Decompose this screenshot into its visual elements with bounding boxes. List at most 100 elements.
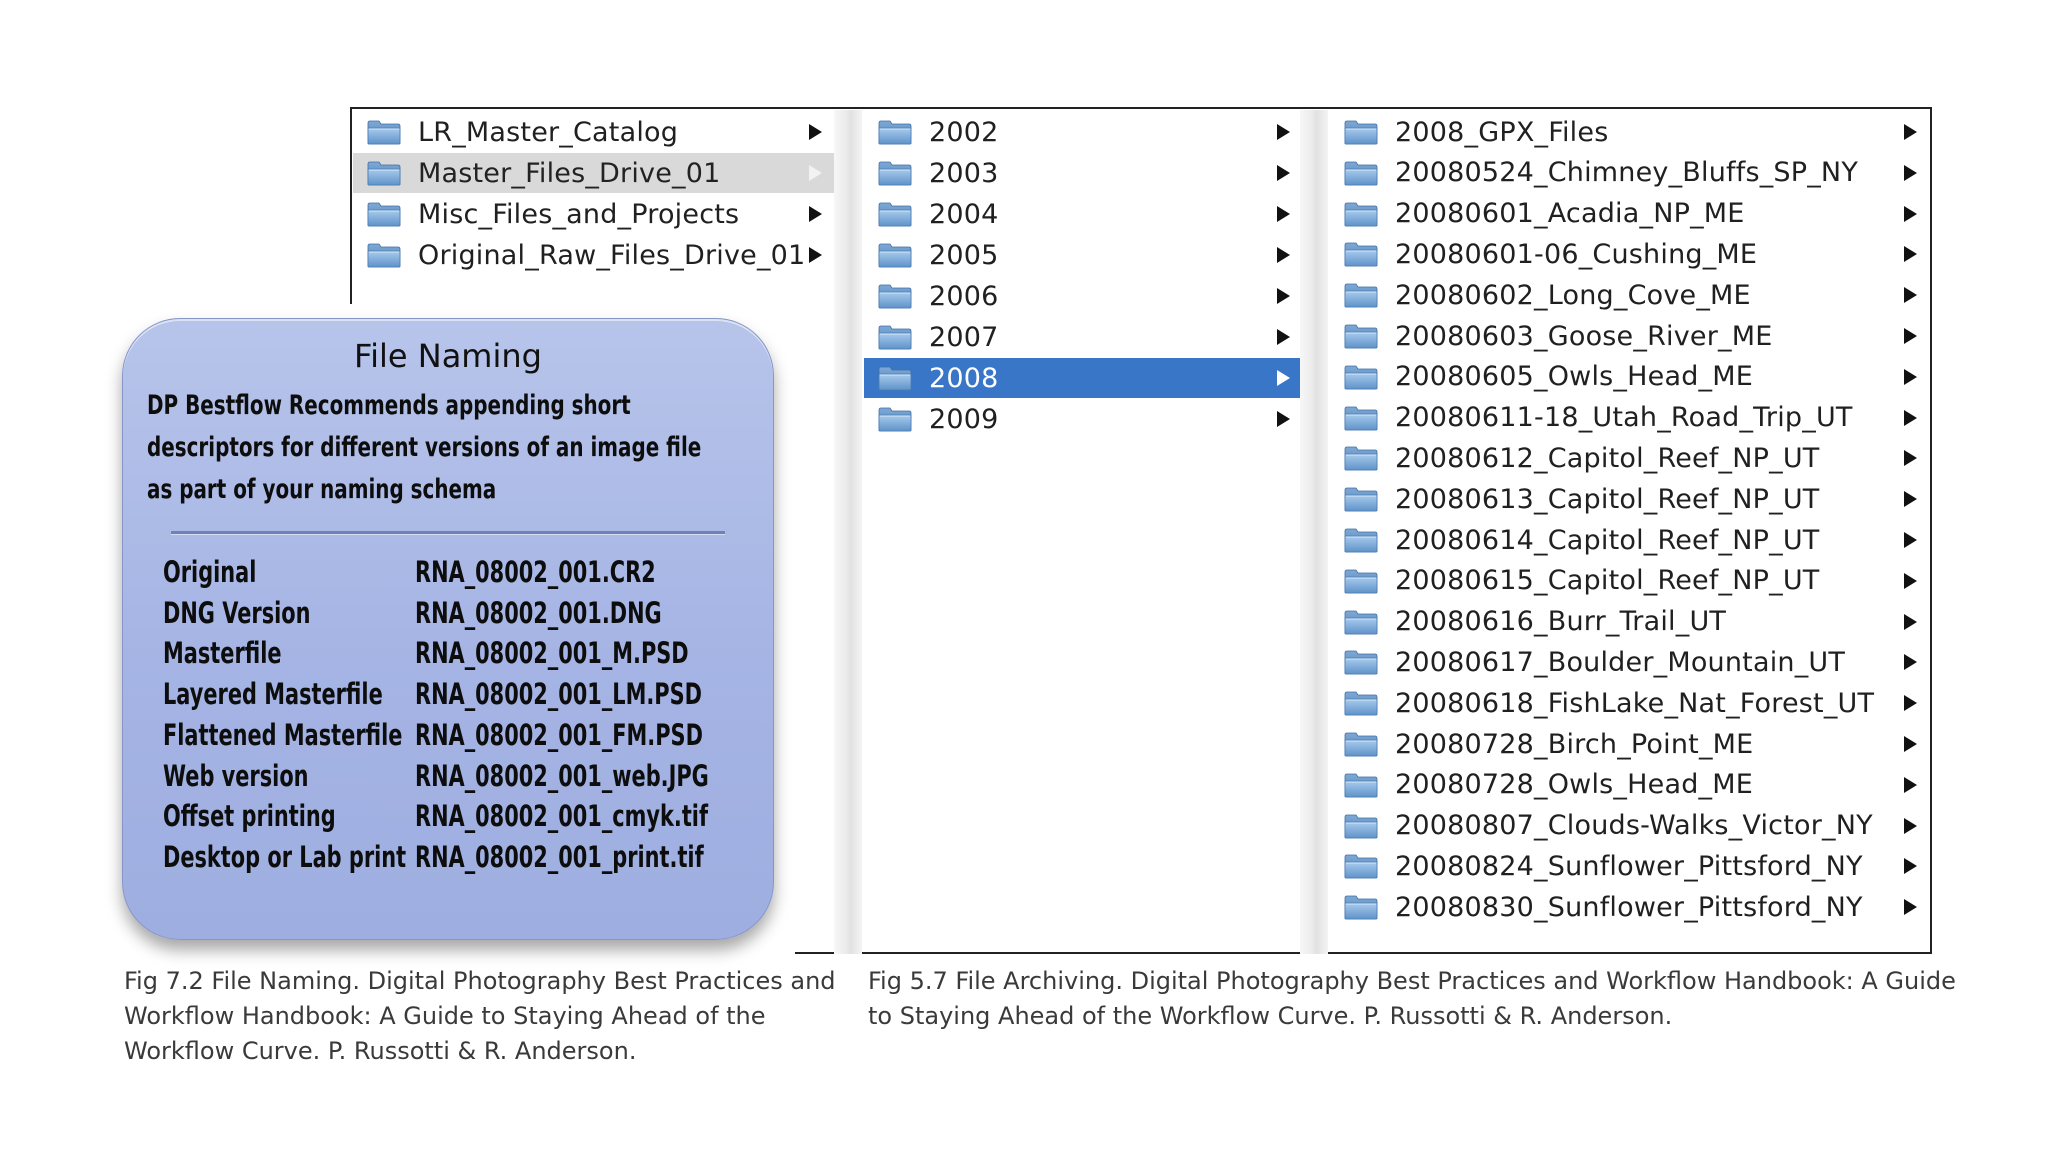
disclosure-arrow-icon xyxy=(1904,532,1917,548)
card-title: File Naming xyxy=(354,337,542,375)
folder-name: 2006 xyxy=(929,280,999,312)
folder-name: 20080602_Long_Cove_ME xyxy=(1395,279,1751,311)
naming-row-label: Web version xyxy=(163,758,309,793)
folder-name: 20080807_Clouds-Walks_Victor_NY xyxy=(1395,810,1873,842)
folder-icon xyxy=(878,242,912,268)
folder-icon xyxy=(1344,813,1378,839)
folder-row[interactable]: 20080728_Birch_Point_ME xyxy=(1330,724,1929,764)
folder-row[interactable]: 20080616_Burr_Trail_UT xyxy=(1330,602,1929,642)
folder-name: 2009 xyxy=(929,403,999,435)
figure-caption-file-naming: Fig 7.2 File Naming. Digital Photography… xyxy=(124,967,836,1065)
disclosure-arrow-icon xyxy=(1904,613,1917,630)
folder-icon xyxy=(878,283,912,309)
disclosure-arrow-icon xyxy=(1277,247,1290,263)
folder-row[interactable]: 2005 xyxy=(864,235,1302,275)
folder-name: Misc_Files_and_Projects xyxy=(418,198,740,230)
folder-name: 2003 xyxy=(929,157,999,189)
disclosure-arrow-icon xyxy=(1904,450,1917,467)
folder-name: Master_Files_Drive_01 xyxy=(418,157,721,189)
folder-row[interactable]: 20080601_Acadia_NP_ME xyxy=(1330,194,1929,234)
folder-row[interactable]: 20080807_Clouds-Walks_Victor_NY xyxy=(1330,806,1929,846)
folder-row[interactable]: Original_Raw_Files_Drive_01 xyxy=(353,235,834,275)
folder-icon xyxy=(1344,282,1378,308)
disclosure-arrow-icon xyxy=(1904,695,1917,712)
disclosure-arrow-icon xyxy=(1904,164,1917,181)
folder-row[interactable]: 20080601-06_Cushing_ME xyxy=(1330,234,1929,274)
folder-row[interactable]: Master_Files_Drive_01 xyxy=(353,153,834,193)
folder-row[interactable]: 20080617_Boulder_Mountain_UT xyxy=(1330,642,1929,682)
folder-row[interactable]: 20080615_Capitol_Reef_NP_UT xyxy=(1330,561,1929,601)
naming-row: Web version RNA_08002_001_web.JPG xyxy=(163,759,783,799)
folder-icon xyxy=(1344,649,1378,675)
folder-row[interactable]: 20080605_Owls_Head_ME xyxy=(1330,357,1929,397)
naming-row: Offset printing RNA_08002_001_cmyk.tif xyxy=(163,799,783,839)
browser-top-border xyxy=(350,107,1932,109)
folder-name: 2007 xyxy=(929,321,999,353)
disclosure-arrow-icon xyxy=(1904,287,1917,304)
disclosure-arrow-icon xyxy=(1277,288,1290,304)
card-divider xyxy=(171,531,725,534)
folder-icon xyxy=(878,406,912,432)
naming-row-label: Masterfile xyxy=(163,636,282,671)
folder-row[interactable]: 2009 xyxy=(864,399,1302,439)
folder-icon xyxy=(1344,772,1378,798)
folder-icon xyxy=(1344,527,1378,553)
disclosure-arrow-icon xyxy=(1904,817,1917,834)
folder-row[interactable]: 20080524_Chimney_Bluffs_SP_NY xyxy=(1330,153,1929,193)
folder-icon xyxy=(1344,241,1378,267)
naming-row-filename: RNA_08002_001_LM.PSD xyxy=(415,677,702,712)
disclosure-arrow-icon xyxy=(1904,572,1917,589)
folder-row[interactable]: 20080611-18_Utah_Road_Trip_UT xyxy=(1330,398,1929,438)
folder-row[interactable]: 20080613_Capitol_Reef_NP_UT xyxy=(1330,479,1929,519)
naming-row-filename: RNA_08002_001_FM.PSD xyxy=(415,717,703,752)
folder-name: 20080605_Owls_Head_ME xyxy=(1395,361,1753,393)
folder-row[interactable]: Misc_Files_and_Projects xyxy=(353,194,834,234)
figure-caption-file-archiving: Fig 5.7 File Archiving. Digital Photogra… xyxy=(868,967,1956,1030)
folder-name: 20080613_Capitol_Reef_NP_UT xyxy=(1395,483,1820,515)
folder-name: 20080614_Capitol_Reef_NP_UT xyxy=(1395,524,1820,556)
folder-row[interactable]: 2002 xyxy=(864,112,1302,152)
disclosure-arrow-icon xyxy=(1277,206,1290,222)
browser-right-border xyxy=(1930,107,1932,954)
folder-name: 2008 xyxy=(929,362,999,394)
folder-icon xyxy=(1344,609,1378,635)
folder-row[interactable]: 2003 xyxy=(864,153,1302,193)
folder-icon xyxy=(878,365,912,391)
column-divider[interactable] xyxy=(1300,110,1328,954)
folder-row[interactable]: 20080728_Owls_Head_ME xyxy=(1330,765,1929,805)
column-divider[interactable] xyxy=(834,110,862,954)
folder-row[interactable]: 20080830_Sunflower_Pittsford_NY xyxy=(1330,887,1929,927)
folder-row[interactable]: 20080618_FishLake_Nat_Forest_UT xyxy=(1330,683,1929,723)
folder-name: 20080617_Boulder_Mountain_UT xyxy=(1395,646,1846,678)
disclosure-arrow-icon xyxy=(1904,328,1917,344)
folder-row[interactable]: 2008 xyxy=(864,358,1302,398)
folder-row[interactable]: 20080614_Capitol_Reef_NP_UT xyxy=(1330,520,1929,560)
folder-icon xyxy=(1344,731,1378,757)
disclosure-arrow-icon xyxy=(809,247,822,263)
folder-name: LR_Master_Catalog xyxy=(418,116,679,148)
naming-row-filename: RNA_08002_001_M.PSD xyxy=(415,636,689,671)
naming-row-label: DNG Version xyxy=(163,595,311,630)
folder-row[interactable]: LR_Master_Catalog xyxy=(353,112,834,152)
folder-row[interactable]: 20080824_Sunflower_Pittsford_NY xyxy=(1330,846,1929,886)
disclosure-arrow-icon xyxy=(1277,411,1290,427)
folder-row[interactable]: 2004 xyxy=(864,194,1302,234)
disclosure-arrow-icon xyxy=(1904,736,1917,752)
folder-row[interactable]: 2007 xyxy=(864,317,1302,357)
disclosure-arrow-icon xyxy=(1904,368,1917,385)
folder-row[interactable]: 20080603_Goose_River_ME xyxy=(1330,316,1929,356)
folder-row[interactable]: 2008_GPX_Files xyxy=(1330,112,1929,152)
column-2008-folders: 2008_GPX_Files 20080524_Chimney_Bluffs_SP… xyxy=(1330,112,1929,954)
folder-row[interactable]: 20080612_Capitol_Reef_NP_UT xyxy=(1330,438,1929,478)
folder-name: 20080611-18_Utah_Road_Trip_UT xyxy=(1395,402,1853,434)
disclosure-arrow-icon xyxy=(1277,165,1290,181)
naming-row-filename: RNA_08002_001_web.JPG xyxy=(415,758,709,793)
naming-row-filename: RNA_08002_001.DNG xyxy=(415,595,662,630)
folder-icon xyxy=(367,242,401,268)
naming-row-filename: RNA_08002_001_cmyk.tif xyxy=(415,799,709,834)
folder-row[interactable]: 20080602_Long_Cove_ME xyxy=(1330,275,1929,315)
disclosure-arrow-icon xyxy=(809,165,822,181)
naming-row-label: Flattened Masterfile xyxy=(163,717,403,752)
naming-row-label: Original xyxy=(163,555,257,589)
folder-row[interactable]: 2006 xyxy=(864,276,1302,316)
